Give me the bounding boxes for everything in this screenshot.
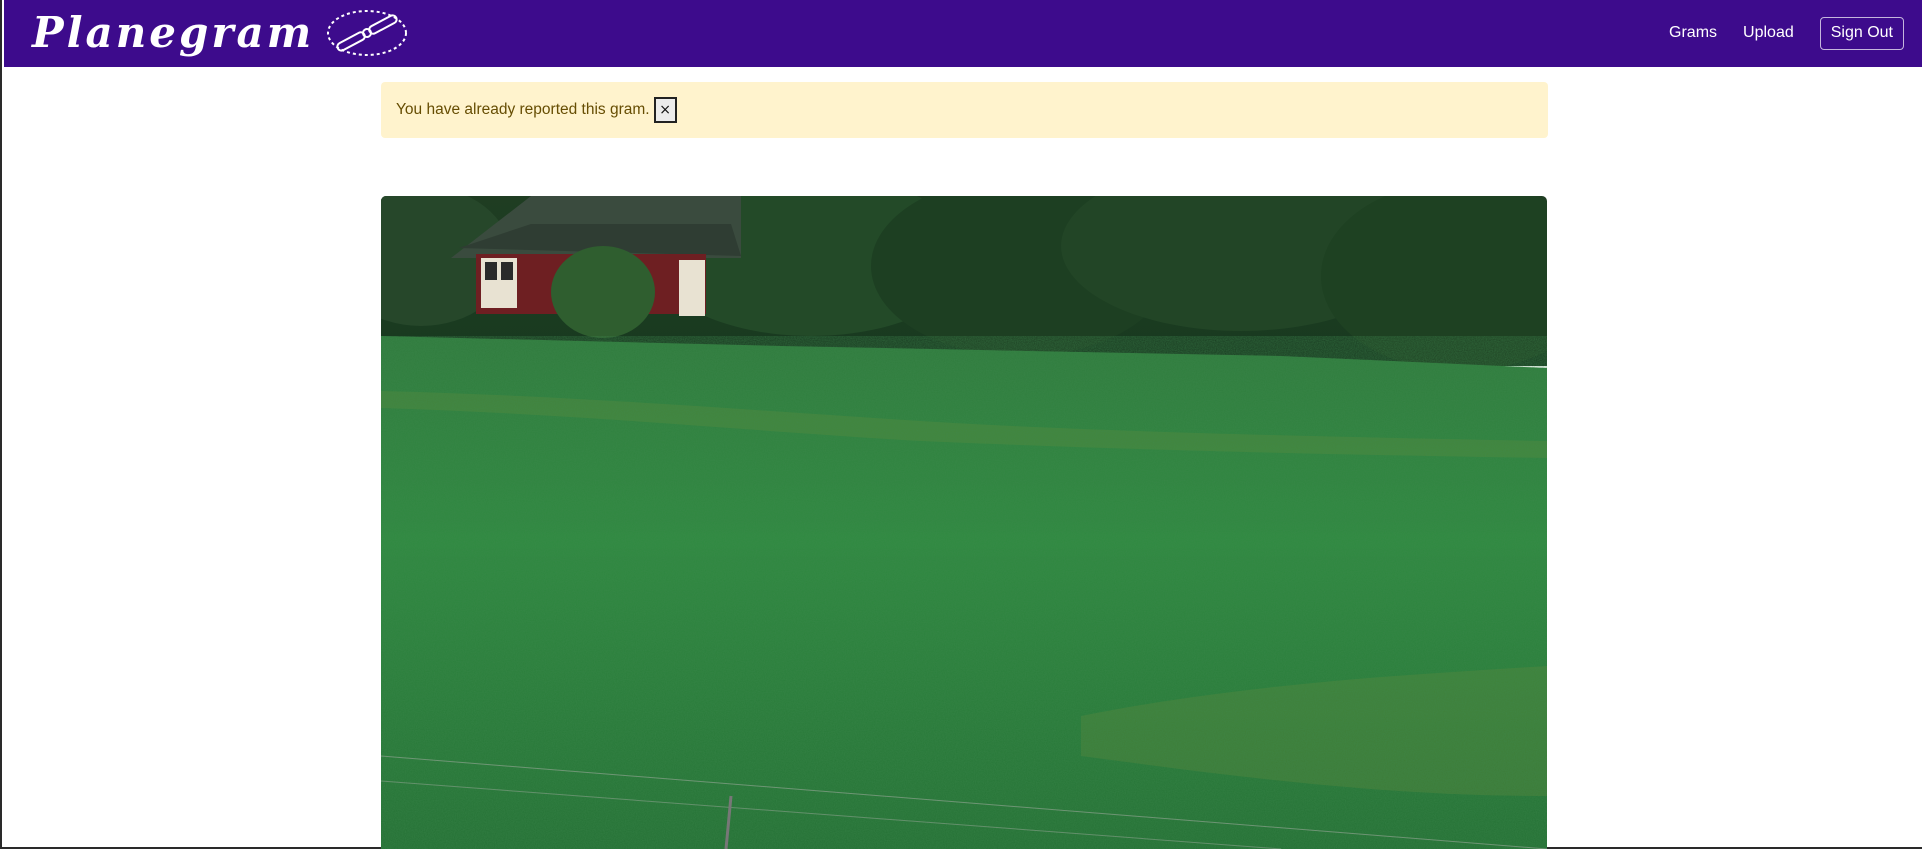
propeller-logo-icon (327, 10, 408, 56)
nav-link-grams[interactable]: Grams (1669, 24, 1717, 42)
brand-name: Planegram (32, 8, 315, 57)
warning-alert: You have already reported this gram. × (381, 82, 1548, 138)
nav-link-upload[interactable]: Upload (1743, 24, 1794, 42)
gram-photo (381, 196, 1547, 849)
nav-links: Grams Upload Sign Out (1669, 16, 1904, 50)
brand-home-link[interactable]: Planegram (32, 4, 408, 62)
top-navbar: Planegram Grams Upload Sign Out (4, 0, 1922, 67)
landscape-photo-icon (381, 196, 1547, 849)
sign-out-button[interactable]: Sign Out (1819, 16, 1904, 50)
browser-viewport: Planegram Grams Upload Sign Out You have… (0, 0, 1922, 849)
alert-close-button[interactable]: × (653, 97, 677, 123)
alert-message: You have already reported this gram. (396, 101, 650, 118)
